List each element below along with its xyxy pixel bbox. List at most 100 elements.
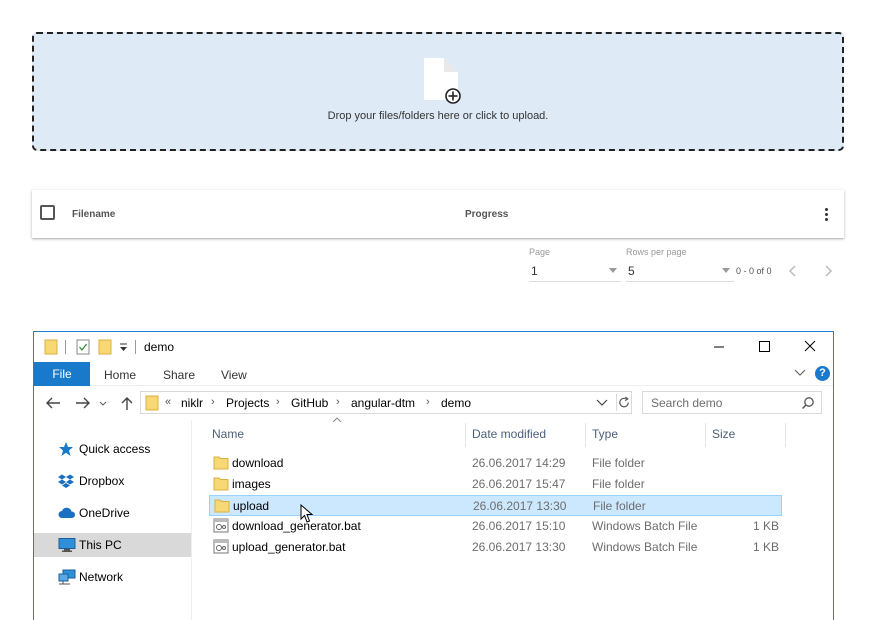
file-add-icon	[424, 58, 461, 104]
refresh-icon[interactable]	[616, 394, 632, 411]
search-icon[interactable]	[801, 396, 815, 410]
nav-item-quick-access[interactable]: Quick access	[34, 437, 191, 461]
chevron-down-icon[interactable]	[596, 398, 608, 408]
folder-icon	[44, 339, 58, 355]
column-name[interactable]: Name	[212, 427, 244, 441]
breadcrumb-projects[interactable]: Projects	[226, 396, 269, 410]
nav-item-network[interactable]: Network	[34, 565, 191, 589]
page-range: 0 - 0 of 0	[736, 266, 772, 276]
tab-view[interactable]: View	[221, 368, 247, 382]
folder-icon	[213, 477, 229, 491]
folder-icon	[145, 395, 159, 411]
file-date: 26.06.2017 14:29	[472, 456, 566, 470]
mouse-cursor-icon	[300, 504, 314, 523]
file-row[interactable]: upload_generator.bat 26.06.2017 13:30 Wi…	[209, 537, 782, 558]
chevron-down-icon	[609, 268, 617, 273]
search-input[interactable]: Search demo	[642, 391, 822, 414]
upload-table-header: Filename Progress	[32, 190, 844, 238]
tab-file[interactable]: File	[34, 362, 90, 386]
file-name: download_generator.bat	[232, 519, 361, 533]
file-drop-zone[interactable]: Drop your files/folders here or click to…	[32, 32, 844, 151]
nav-item-this-pc[interactable]: This PC	[34, 533, 191, 557]
back-arrow-icon[interactable]	[44, 395, 62, 411]
file-row[interactable]: download 26.06.2017 14:29 File folder	[209, 453, 782, 474]
breadcrumb-demo[interactable]: demo	[441, 396, 471, 410]
properties-icon[interactable]	[76, 339, 90, 355]
close-icon[interactable]	[787, 332, 833, 362]
cloud-icon	[58, 507, 76, 518]
file-row[interactable]: images 26.06.2017 15:47 File folder	[209, 474, 782, 495]
title-bar: demo	[34, 332, 833, 362]
rows-per-page-select[interactable]: 5	[626, 262, 734, 282]
file-date: 26.06.2017 13:30	[473, 499, 567, 513]
file-type: File folder	[592, 477, 645, 491]
recent-locations-icon[interactable]	[98, 395, 108, 411]
select-all-checkbox[interactable]	[40, 205, 55, 220]
batch-file-icon	[213, 539, 229, 554]
ribbon: File Home Share View ?	[34, 362, 833, 386]
rows-per-page-value: 5	[628, 264, 635, 278]
nav-item-label: Quick access	[79, 442, 151, 456]
folder-icon	[214, 499, 230, 513]
maximize-icon[interactable]	[741, 332, 787, 362]
explorer-window: demo File Home Share View ? « niklr › Pr…	[33, 331, 834, 620]
page-select[interactable]: 1	[529, 262, 621, 282]
breadcrumb-separator-icon: ›	[426, 396, 430, 408]
quick-access-dropdown-icon[interactable]	[119, 343, 128, 352]
window-title: demo	[144, 340, 175, 354]
network-icon	[58, 569, 76, 585]
file-row[interactable]: download_generator.bat 26.06.2017 15:10 …	[209, 516, 782, 537]
breadcrumb-separator-icon: ›	[336, 396, 340, 408]
breadcrumb-github[interactable]: GitHub	[291, 396, 328, 410]
tab-share[interactable]: Share	[163, 368, 195, 382]
column-type[interactable]: Type	[592, 427, 618, 441]
breadcrumb-overflow[interactable]: «	[165, 396, 171, 408]
file-row[interactable]: upload 26.06.2017 13:30 File folder	[209, 495, 782, 516]
nav-item-onedrive[interactable]: OneDrive	[34, 501, 191, 525]
nav-item-label: OneDrive	[79, 506, 130, 520]
breadcrumb-angular-dtm[interactable]: angular-dtm	[351, 396, 415, 410]
dropbox-icon	[58, 474, 74, 488]
help-icon[interactable]: ?	[815, 366, 830, 381]
page-value: 1	[531, 264, 538, 278]
file-date: 26.06.2017 15:10	[472, 519, 566, 533]
star-icon	[59, 442, 73, 456]
file-name: upload_generator.bat	[232, 540, 346, 554]
batch-file-icon	[213, 518, 229, 533]
rows-per-page-label: Rows per page	[626, 247, 687, 257]
file-type: File folder	[593, 499, 646, 513]
next-page-icon[interactable]	[820, 263, 836, 279]
nav-item-dropbox[interactable]: Dropbox	[34, 469, 191, 493]
minimize-icon[interactable]	[696, 332, 742, 362]
file-date: 26.06.2017 13:30	[472, 540, 566, 554]
previous-page-icon[interactable]	[785, 263, 801, 279]
nav-item-label: This PC	[79, 538, 122, 552]
nav-item-label: Network	[79, 570, 124, 584]
nav-item-label: Dropbox	[79, 474, 125, 488]
column-progress: Progress	[465, 209, 509, 220]
navigation-bar: « niklr › Projects › GitHub › angular-dt…	[34, 386, 833, 420]
file-size: 1 KB	[752, 540, 779, 554]
up-arrow-icon[interactable]	[118, 395, 136, 411]
search-placeholder: Search demo	[651, 396, 723, 410]
computer-icon	[58, 538, 76, 552]
expand-ribbon-icon[interactable]	[794, 368, 806, 378]
breadcrumb-niklr[interactable]: niklr	[181, 396, 203, 410]
sort-ascending-icon	[332, 417, 342, 423]
file-date: 26.06.2017 15:47	[472, 477, 566, 491]
address-bar[interactable]: « niklr › Projects › GitHub › angular-dt…	[140, 391, 632, 414]
forward-arrow-icon[interactable]	[74, 395, 92, 411]
page-label: Page	[529, 247, 551, 257]
more-vert-icon[interactable]	[819, 207, 833, 223]
column-size[interactable]: Size	[712, 427, 735, 441]
navigation-pane: Quick access Dropbox OneDrive This PC Ne…	[34, 420, 192, 620]
file-type: File folder	[592, 456, 645, 470]
new-folder-icon[interactable]	[98, 339, 112, 355]
chevron-down-icon	[722, 268, 730, 273]
column-date-modified[interactable]: Date modified	[472, 427, 546, 441]
tab-home[interactable]: Home	[104, 368, 136, 382]
file-name: upload	[233, 499, 270, 513]
file-name: download	[232, 456, 284, 470]
breadcrumb-separator-icon: ›	[276, 396, 280, 408]
file-name: images	[232, 477, 271, 491]
